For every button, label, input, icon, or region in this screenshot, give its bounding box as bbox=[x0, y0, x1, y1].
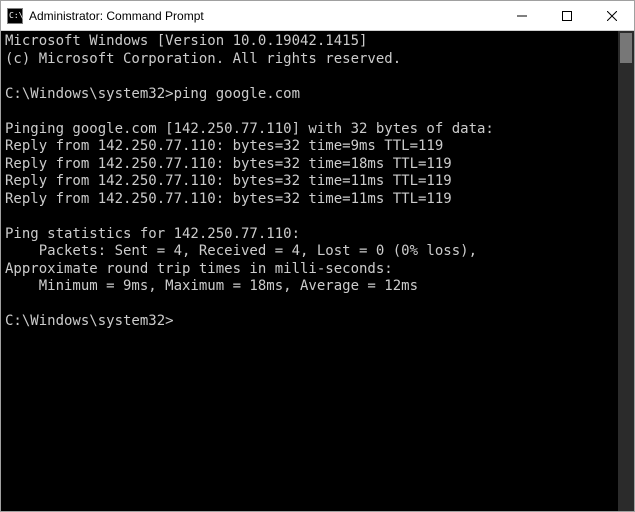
output-lines: Microsoft Windows [Version 10.0.19042.14… bbox=[5, 33, 494, 294]
cmd-icon: C:\. bbox=[7, 8, 23, 24]
terminal-area: Microsoft Windows [Version 10.0.19042.14… bbox=[1, 31, 634, 511]
terminal-output[interactable]: Microsoft Windows [Version 10.0.19042.14… bbox=[1, 31, 618, 511]
close-button[interactable] bbox=[589, 1, 634, 30]
scrollbar[interactable] bbox=[618, 31, 634, 511]
command-prompt-window: C:\. Administrator: Command Prompt Micro… bbox=[0, 0, 635, 512]
scrollbar-thumb[interactable] bbox=[620, 33, 632, 63]
cursor bbox=[174, 315, 182, 329]
maximize-icon bbox=[562, 11, 572, 21]
close-icon bbox=[607, 11, 617, 21]
maximize-button[interactable] bbox=[544, 1, 589, 30]
window-title: Administrator: Command Prompt bbox=[29, 9, 499, 23]
titlebar[interactable]: C:\. Administrator: Command Prompt bbox=[1, 1, 634, 31]
minimize-button[interactable] bbox=[499, 1, 544, 30]
prompt: C:\Windows\system32> bbox=[5, 313, 174, 329]
minimize-icon bbox=[517, 11, 527, 21]
window-controls bbox=[499, 1, 634, 30]
